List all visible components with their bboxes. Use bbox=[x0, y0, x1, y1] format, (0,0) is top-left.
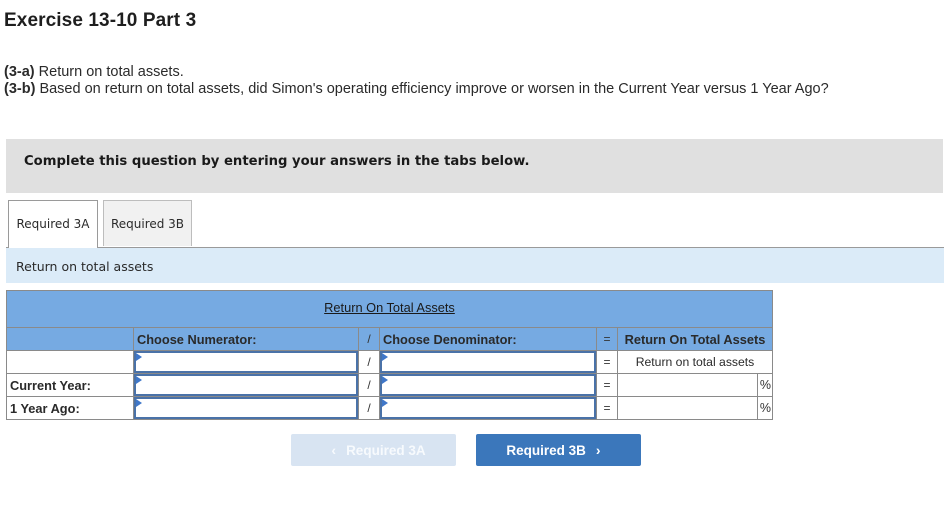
result-header: Return On Total Assets bbox=[617, 327, 773, 351]
denominator-select[interactable] bbox=[380, 374, 596, 396]
table-title-cell: Return On Total Assets bbox=[6, 290, 773, 328]
tab-subheader: Return on total assets bbox=[6, 248, 944, 283]
numerator-dropdown[interactable] bbox=[133, 373, 359, 397]
numerator-header: Choose Numerator: bbox=[133, 327, 359, 351]
chevron-left-icon: ‹ bbox=[331, 442, 337, 458]
instruction-box: Complete this question by entering your … bbox=[6, 139, 943, 193]
table-row: 1 Year Ago: / = % bbox=[6, 396, 773, 420]
denominator-header: Choose Denominator: bbox=[379, 327, 597, 351]
row-label-current-year: Current Year: bbox=[6, 373, 134, 397]
percent-sign: % bbox=[757, 373, 773, 397]
numerator-select[interactable] bbox=[134, 397, 358, 419]
prev-button-label: Required 3A bbox=[346, 443, 426, 458]
next-button-label: Required 3B bbox=[506, 443, 586, 458]
question-tag: (3-a) bbox=[4, 64, 35, 80]
divide-symbol: / bbox=[358, 350, 380, 374]
result-label: Return on total assets bbox=[617, 350, 773, 374]
tab-required-3a[interactable]: Required 3A bbox=[8, 200, 98, 248]
label-header bbox=[6, 327, 134, 351]
question-3a: (3-a) Return on total assets. bbox=[4, 64, 184, 80]
instruction-text: Complete this question by entering your … bbox=[24, 154, 530, 169]
subheader-text: Return on total assets bbox=[16, 259, 154, 274]
divide-symbol: / bbox=[358, 396, 380, 420]
next-required-3b-button[interactable]: Required 3B › bbox=[476, 434, 641, 466]
page-title: Exercise 13-10 Part 3 bbox=[4, 10, 197, 31]
denominator-dropdown[interactable] bbox=[379, 373, 597, 397]
question-text: Return on total assets. bbox=[34, 64, 184, 80]
table-title: Return On Total Assets bbox=[324, 299, 455, 315]
numerator-select[interactable] bbox=[134, 351, 358, 373]
percent-sign: % bbox=[757, 396, 773, 420]
question-3b: (3-b) Based on return on total assets, d… bbox=[4, 81, 829, 97]
numerator-dropdown[interactable] bbox=[133, 396, 359, 420]
equals-symbol: = bbox=[596, 350, 618, 374]
result-input-current-year[interactable] bbox=[617, 373, 758, 397]
divide-symbol: / bbox=[358, 327, 380, 351]
table-row: Current Year: / = % bbox=[6, 373, 773, 397]
equals-symbol: = bbox=[596, 373, 618, 397]
equals-symbol: = bbox=[596, 396, 618, 420]
prev-required-3a-button[interactable]: ‹ Required 3A bbox=[291, 434, 456, 466]
chevron-right-icon: › bbox=[595, 442, 601, 458]
row-label bbox=[6, 350, 134, 374]
numerator-dropdown[interactable] bbox=[133, 350, 359, 374]
numerator-select[interactable] bbox=[134, 374, 358, 396]
column-header-row: Choose Numerator: / Choose Denominator: … bbox=[6, 327, 773, 351]
denominator-dropdown[interactable] bbox=[379, 396, 597, 420]
question-text: Based on return on total assets, did Sim… bbox=[35, 81, 829, 97]
return-on-total-assets-table: Return On Total Assets Choose Numerator:… bbox=[6, 290, 773, 420]
denominator-select[interactable] bbox=[380, 397, 596, 419]
tab-required-3b[interactable]: Required 3B bbox=[103, 200, 192, 246]
denominator-dropdown[interactable] bbox=[379, 350, 597, 374]
divide-symbol: / bbox=[358, 373, 380, 397]
row-label-1-year-ago: 1 Year Ago: bbox=[6, 396, 134, 420]
question-tag: (3-b) bbox=[4, 81, 36, 97]
table-row: / = Return on total assets bbox=[6, 350, 773, 374]
equals-symbol: = bbox=[596, 327, 618, 351]
denominator-select[interactable] bbox=[380, 351, 596, 373]
result-input-1-year-ago[interactable] bbox=[617, 396, 758, 420]
